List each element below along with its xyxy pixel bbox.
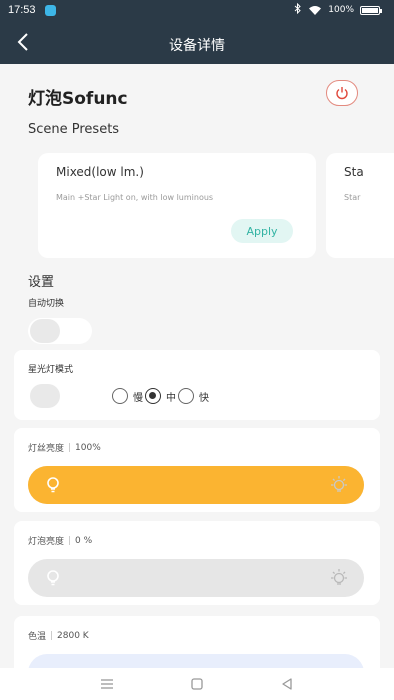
- filament-brightness-slider[interactable]: [28, 466, 364, 504]
- auto-switch-toggle[interactable]: [28, 318, 92, 344]
- star-mode-card: 星光灯模式 慢 中 快: [14, 350, 380, 420]
- slider-value: 2800 K: [57, 630, 89, 641]
- page-title: 设备详情: [169, 38, 225, 54]
- device-name: 灯泡Sofunc: [28, 89, 128, 109]
- bulb-bright-icon: [331, 476, 347, 492]
- star-mode-toggle[interactable]: [28, 383, 92, 409]
- radio-label: 中: [166, 392, 176, 404]
- preset-card[interactable]: Sta Star: [326, 153, 394, 258]
- status-bar: 17:53 100%: [0, 0, 394, 22]
- radio-label: 慢: [133, 392, 143, 404]
- toggle-knob: [30, 384, 60, 408]
- device-detail-content: 灯泡Sofunc Scene Presets Mixed(low lm.) Ma…: [0, 64, 394, 668]
- toggle-knob: [30, 319, 60, 343]
- battery-icon: [360, 5, 382, 15]
- speed-fast-radio[interactable]: 快: [178, 388, 209, 404]
- status-time: 17:53: [8, 4, 36, 16]
- radio-circle: [112, 388, 128, 404]
- scene-presets-title: Scene Presets: [28, 122, 120, 137]
- preset-description: Star: [344, 193, 361, 202]
- app-bar: 设备详情: [0, 22, 394, 64]
- filament-brightness-card: 灯丝亮度 100%: [14, 428, 380, 512]
- menu-icon[interactable]: [99, 676, 115, 692]
- speed-radio-group: 慢 中 快: [112, 388, 211, 404]
- bulb-brightness-slider[interactable]: [28, 559, 364, 597]
- speed-medium-radio[interactable]: 中: [145, 388, 176, 404]
- app-notification-icon: [45, 5, 56, 16]
- battery-percent: 100%: [328, 5, 354, 15]
- radio-circle: [145, 388, 161, 404]
- slider-value: 100%: [75, 442, 101, 453]
- settings-title: 设置: [28, 275, 55, 290]
- power-button[interactable]: [326, 80, 358, 106]
- radio-label: 快: [199, 392, 209, 404]
- status-icons: 100%: [294, 2, 382, 17]
- apply-button[interactable]: Apply: [231, 219, 293, 243]
- color-temp-slider[interactable]: [28, 654, 364, 668]
- radio-circle: [178, 388, 194, 404]
- system-nav-bar: [0, 668, 394, 700]
- bulb-dim-icon: [47, 570, 59, 586]
- back-triangle-icon[interactable]: [279, 676, 295, 692]
- home-square-icon[interactable]: [189, 676, 205, 692]
- bulb-brightness-card: 灯泡亮度 0 %: [14, 521, 380, 605]
- bluetooth-icon: [294, 2, 302, 17]
- preset-card: Mixed(low lm.) Main +Star Light on, with…: [38, 153, 316, 258]
- wifi-icon: [309, 6, 322, 15]
- color-temp-card: 色温 2800 K: [14, 616, 380, 668]
- preset-title: Mixed(low lm.): [56, 165, 144, 179]
- slider-fill: [28, 466, 364, 504]
- filament-brightness-label: 灯丝亮度 100%: [28, 441, 101, 455]
- slider-title: 灯泡亮度: [28, 537, 65, 547]
- slider-title: 色温: [28, 632, 47, 642]
- power-icon: [336, 87, 348, 100]
- preset-title: Sta: [344, 165, 364, 179]
- slider-value: 0 %: [75, 535, 93, 546]
- bulb-dim-icon: [47, 477, 59, 493]
- auto-switch-label: 自动切换: [28, 299, 65, 309]
- bulb-bright-icon: [331, 569, 347, 585]
- speed-slow-radio[interactable]: 慢: [112, 388, 143, 404]
- star-mode-label: 星光灯模式: [28, 365, 74, 375]
- bulb-brightness-label: 灯泡亮度 0 %: [28, 534, 93, 548]
- preset-description: Main +Star Light on, with low luminous: [56, 193, 214, 202]
- color-temp-label: 色温 2800 K: [28, 629, 89, 643]
- slider-title: 灯丝亮度: [28, 444, 65, 454]
